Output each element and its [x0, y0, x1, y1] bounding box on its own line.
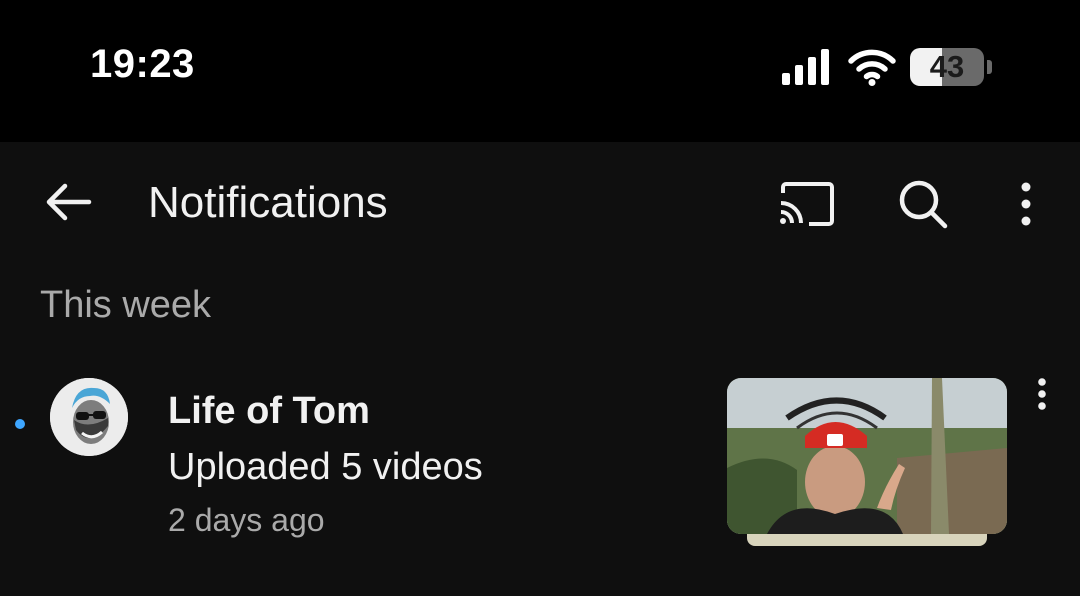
cast-button[interactable] [774, 172, 838, 236]
app-bar: Notifications [0, 142, 1080, 262]
notification-item[interactable]: Life of Tom Uploaded 5 videos 2 days ago [0, 370, 1080, 560]
status-bar: 19:23 43 [0, 0, 1080, 142]
more-vertical-icon [1021, 182, 1031, 226]
notification-text: Uploaded 5 videos [168, 446, 483, 488]
thumbnail-image [727, 378, 1007, 534]
signal-icon [782, 49, 829, 85]
channel-name: Life of Tom [168, 390, 370, 432]
more-vertical-icon [1038, 378, 1046, 410]
cast-icon [780, 182, 834, 226]
wifi-icon [848, 49, 896, 86]
notification-time: 2 days ago [168, 502, 325, 538]
battery-cap [987, 60, 992, 74]
battery-percent: 43 [929, 49, 965, 84]
unread-indicator [15, 419, 25, 429]
back-button[interactable] [38, 172, 98, 232]
back-arrow-icon [46, 183, 92, 221]
search-icon [899, 180, 948, 229]
video-thumbnail[interactable] [727, 378, 1007, 534]
channel-avatar[interactable] [50, 378, 128, 456]
avatar-image [50, 378, 128, 456]
section-heading: This week [40, 284, 212, 326]
notification-more-button[interactable] [1022, 378, 1062, 438]
status-time: 19:23 [90, 42, 195, 86]
status-icons: 43 [782, 44, 992, 90]
search-button[interactable] [891, 172, 955, 236]
battery-icon: 43 [910, 48, 984, 86]
page-title: Notifications [148, 178, 388, 227]
more-options-button[interactable] [994, 172, 1058, 236]
